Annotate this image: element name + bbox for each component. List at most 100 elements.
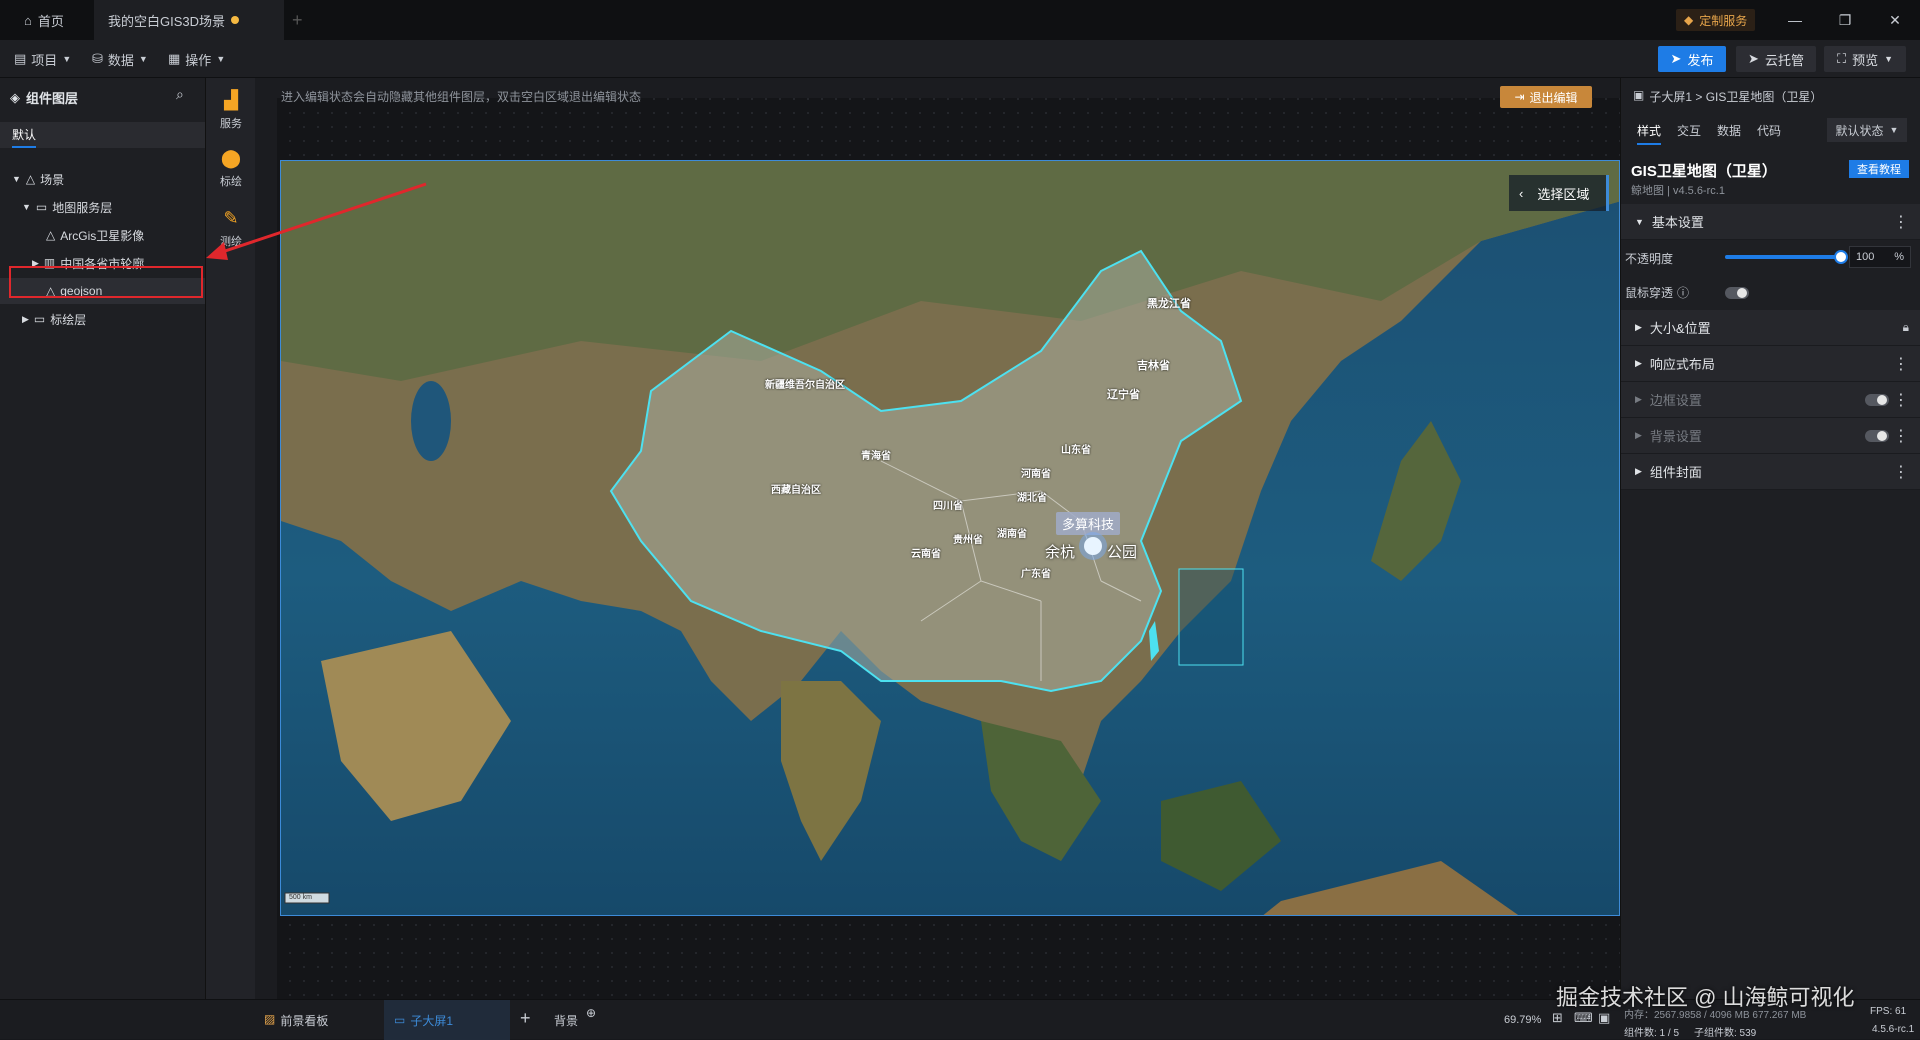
custom-service-button[interactable]: ◆ 定制服务 (1676, 9, 1756, 31)
opacity-input[interactable]: 100 % (1849, 246, 1911, 268)
caret-right-icon: ▶ (1635, 358, 1642, 368)
tab-style[interactable]: 样式 (1637, 122, 1662, 145)
tree-item-label: 地图服务层 (52, 200, 113, 215)
chevron-down-icon: ▼ (1889, 125, 1899, 135)
tab-data[interactable]: 数据 (1717, 122, 1741, 139)
unsaved-dot-icon (231, 16, 240, 24)
tab-default-label: 默认 (12, 127, 37, 142)
select-area-label: 选择区域 (1537, 186, 1590, 202)
folder-icon: ▭ (35, 200, 48, 214)
tab-home[interactable]: ⌂ 首页 (10, 0, 78, 40)
diamond-icon: ◆ (1684, 13, 1694, 27)
tab-interaction[interactable]: 交互 (1677, 122, 1701, 139)
tree-item-arcgis[interactable]: △ ArcGis卫星影像 (0, 222, 205, 248)
section-basic-label: 基本设置 (1651, 215, 1704, 230)
search-icon[interactable]: ⌕ (176, 86, 184, 103)
section-border[interactable]: ▶ 边框设置 ⋮ (1621, 382, 1920, 418)
tree-item-scene[interactable]: ▼ △ 场景 (0, 166, 205, 192)
section-size-position[interactable]: ▶ 大小&位置 🔒︎ (1621, 310, 1920, 346)
operation-menu-label: 操作 (185, 52, 212, 68)
opacity-slider[interactable] (1725, 250, 1848, 264)
layer-panel: ◈ 组件图层 ⌕ 默认 ▼ △ 场景 ▼ ▭ 地图服务层 △ ArcGis卫星影… (0, 78, 205, 999)
tab-document[interactable]: 我的空白GIS3D场景 (94, 0, 284, 40)
caspian-sea (411, 381, 451, 461)
data-menu[interactable]: ⛁ 数据 ▼ (92, 40, 148, 78)
section-basic[interactable]: ▼ 基本设置 ⋮ (1621, 204, 1920, 240)
screen-icon: ▣ (1633, 88, 1645, 102)
zoom-level[interactable]: 69.79% (1504, 1014, 1541, 1026)
mouse-through-toggle[interactable] (1725, 287, 1749, 299)
tab-front-board[interactable]: ▨ 前景看板 (264, 1012, 328, 1029)
tutorial-button[interactable]: 查看教程 (1849, 160, 1909, 178)
more-icon[interactable]: ⋮ (1893, 462, 1909, 482)
restore-button[interactable]: ❐ (1822, 0, 1868, 40)
close-button[interactable]: ✕ (1872, 0, 1918, 40)
exit-edit-label: 退出编辑 (1529, 90, 1578, 105)
publish-button[interactable]: ➤ 发布 (1658, 46, 1726, 72)
label-jilin: 吉林省 (1137, 360, 1170, 372)
section-responsive[interactable]: ▶ 响应式布局 ⋮ (1621, 346, 1920, 382)
border-toggle[interactable] (1865, 394, 1889, 406)
help-icon: ⓘ (1677, 286, 1690, 300)
background-tab[interactable]: 背景 (554, 1012, 578, 1029)
terminal-icon[interactable]: ▣ (1598, 1010, 1610, 1026)
map-service-icon: ▟ (224, 89, 238, 110)
operation-menu[interactable]: ▦ 操作 ▼ (168, 40, 225, 78)
background-toggle[interactable] (1865, 430, 1889, 442)
tool-service[interactable]: ▟ 服务 (206, 82, 256, 138)
layers-icon: ◈ (10, 89, 20, 105)
section-size-position-label: 大小&位置 (1649, 321, 1711, 336)
keyboard-icon[interactable]: ⌨ (1574, 1010, 1593, 1026)
tab-home-label: 首页 (37, 13, 64, 29)
opacity-unit: % (1894, 251, 1904, 263)
exit-edit-button[interactable]: ⇥ 退出编辑 (1500, 86, 1592, 108)
mouse-through-label: 鼠标穿透 (1625, 286, 1674, 300)
tree-item-plot-layer[interactable]: ▶ ▭ 标绘层 (0, 306, 205, 332)
minimize-button[interactable]: — (1772, 0, 1818, 40)
map-graphics (281, 161, 1619, 915)
label-qinghai: 青海省 (861, 451, 891, 462)
watermark: 掘金技术社区 @ 山海鲸可视化 (1556, 985, 1855, 1010)
chevron-down-icon: ▼ (1884, 54, 1894, 64)
add-circle-icon[interactable]: ⊕ (586, 1006, 596, 1020)
caret-right-icon: ▶ (1635, 466, 1642, 476)
section-background[interactable]: ▶ 背景设置 ⋮ (1621, 418, 1920, 454)
south-china-sea-inset (1178, 568, 1244, 666)
state-select[interactable]: 默认状态 ▼ (1827, 118, 1907, 142)
preview-button[interactable]: ⛶ 预览 ▼ (1824, 46, 1906, 72)
more-icon[interactable]: ⋮ (1893, 212, 1909, 232)
label-yunnan: 云南省 (911, 549, 941, 560)
section-cover[interactable]: ▶ 组件封面 ⋮ (1621, 454, 1920, 490)
cloud-hosting-button[interactable]: ➤ 云托管 (1736, 46, 1816, 72)
lock-icon[interactable]: 🔒︎ (1903, 320, 1909, 335)
tab-document-label: 我的空白GIS3D场景 (108, 13, 226, 29)
tab-child-screen[interactable]: ▭ 子大屏1 (384, 1000, 510, 1040)
satellite-map[interactable]: 黑龙江省 吉林省 辽宁省 新疆维吾尔自治区 西藏自治区 青海省 山东省 河南省 … (280, 160, 1620, 916)
send-icon: ➤ (1748, 51, 1759, 66)
more-icon[interactable]: ⋮ (1893, 354, 1909, 374)
select-area-button[interactable]: ‹ 选择区域 (1509, 175, 1609, 211)
edit-hint: 进入编辑状态会自动隐藏其他组件图层，双击空白区域退出编辑状态 (281, 90, 642, 104)
property-panel: ▣ 子大屏1 > GIS卫星地图（卫星） 样式 交互 数据 代码 默认状态 ▼ … (1620, 78, 1920, 999)
child-screen-label: 子大屏1 (410, 1013, 454, 1028)
project-menu[interactable]: ▤ 项目 ▼ (14, 40, 71, 78)
label-xinjiang: 新疆维吾尔自治区 (765, 380, 845, 391)
label-hunan: 湖南省 (997, 529, 1027, 540)
more-icon[interactable]: ⋮ (1893, 426, 1909, 446)
tab-code[interactable]: 代码 (1757, 122, 1781, 139)
grid-icon: ▦ (168, 51, 181, 66)
opacity-slider-thumb[interactable] (1834, 250, 1848, 264)
add-screen-button[interactable]: + (520, 1008, 531, 1029)
label-guizhou: 贵州省 (953, 535, 983, 546)
new-tab-button[interactable]: + (278, 0, 317, 40)
label-heilongjiang: 黑龙江省 (1147, 298, 1191, 310)
fit-screen-icon[interactable]: ⊞ (1552, 1010, 1563, 1026)
more-icon[interactable]: ⋮ (1893, 390, 1909, 410)
poi-marker-icon[interactable] (1084, 537, 1102, 555)
database-icon: ⛁ (92, 51, 103, 66)
chevron-down-icon: ▼ (62, 54, 72, 64)
prop-tab-bar: 样式 交互 数据 代码 默认状态 ▼ (1621, 116, 1920, 146)
tab-default[interactable]: 默认 (12, 122, 37, 148)
tree-item-map-service-layer[interactable]: ▼ ▭ 地图服务层 (0, 194, 205, 220)
component-count: 组件数: 1 / 5 (1624, 1028, 1680, 1039)
